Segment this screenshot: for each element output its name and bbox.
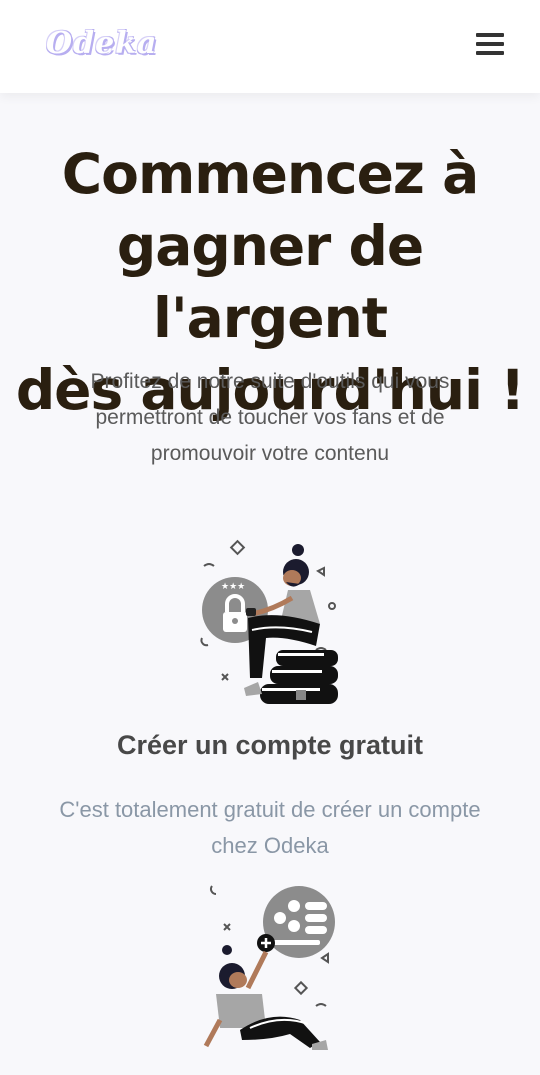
feature-description: C'est totalement gratuit de créer un com… <box>30 792 510 864</box>
feature-description-line: C'est totalement gratuit de créer un com… <box>59 797 481 822</box>
feature-title: Créer un compte gratuit <box>116 730 424 760</box>
menu-bar <box>476 33 504 37</box>
account-illustration: ★★★ <box>200 539 338 704</box>
svg-text:★★★: ★★★ <box>221 582 245 592</box>
top-navbar: Odeka <box>0 0 540 93</box>
hero-subtitle-line: permettront de toucher vos fans et de <box>95 406 445 429</box>
hero-title-line: gagner de l'argent <box>116 214 424 350</box>
payments-illustration <box>203 885 335 1050</box>
odeka-logo[interactable]: Odeka <box>46 26 157 61</box>
hero-subtitle-line: Profitez de notre suite d'outils qui vou… <box>90 370 450 393</box>
feature-description-line: chez Odeka <box>211 833 329 858</box>
hero-subtitle: Profitez de notre suite d'outils qui vou… <box>40 364 500 472</box>
menu-bar <box>476 42 504 46</box>
hero-subtitle-line: promouvoir votre contenu <box>150 442 390 465</box>
hero-title-line: Commencez à <box>61 142 479 206</box>
menu-bar <box>476 51 504 55</box>
hamburger-menu-icon[interactable] <box>476 33 504 59</box>
